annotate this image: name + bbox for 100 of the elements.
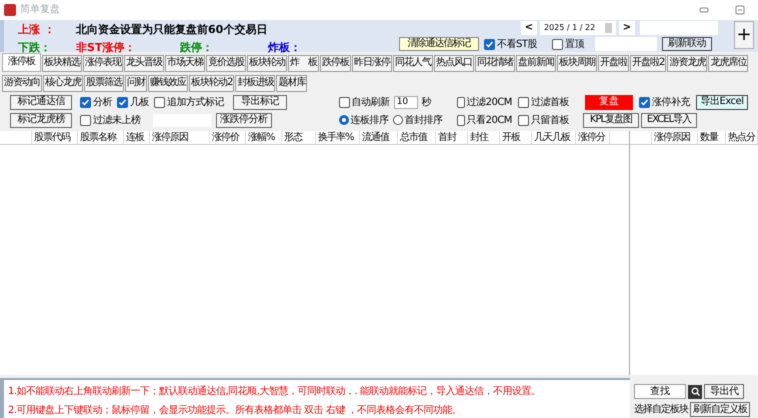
prev-date-button[interactable]: < [521,20,537,35]
checkbox-label: 过滤未上榜 [93,114,140,128]
checkbox[interactable] [639,96,650,108]
tab[interactable]: 问财 [125,74,147,92]
custom-block-label: 选择自定板块 [634,402,688,417]
column-header[interactable]: 换手率% [316,130,360,144]
column-header[interactable]: 涨幅% [246,130,282,144]
export-excel-button[interactable]: 导出Excel [696,94,748,110]
tab[interactable]: 板块精选 [42,54,82,72]
down-label: 下跌： [18,40,52,56]
tab[interactable]: 游资动向 [2,74,42,92]
column-header[interactable]: 几天几板 [532,130,576,144]
column-header[interactable]: 首封 [436,130,468,144]
column-header[interactable]: 总市值 [398,130,436,144]
tab[interactable]: 股票筛选 [84,74,124,92]
column-header[interactable]: 热点分 [726,130,758,144]
column-header[interactable]: 涨停分 [576,130,610,144]
tab[interactable]: 龙头晋级 [124,54,164,72]
limit-analysis-button[interactable]: 涨跌停分析 [216,112,272,128]
export-code-button[interactable]: 导出代 [704,384,744,399]
column-header[interactable]: 涨停原因 [652,130,698,144]
checkbox[interactable] [117,96,128,108]
app-icon [4,4,16,16]
notice-text: 北向资金设置为只能复盘前60个交易日 [76,22,268,38]
kpl-chart-button[interactable]: KPL复盘图 [583,112,639,128]
tab[interactable]: 板块周期 [557,54,597,72]
tab[interactable]: 涨停表现 [83,54,123,72]
tab[interactable]: 涨停板 [2,52,41,72]
tab[interactable]: 赚钱效应 [148,74,188,92]
replay-button[interactable]: 复盘 [585,94,633,110]
column-header[interactable]: 形态 [282,130,316,144]
tab[interactable]: 热点风口 [434,54,474,72]
tab[interactable]: 竟价选股 [206,54,246,72]
column-header[interactable]: 开板 [500,130,532,144]
tab[interactable]: 开盘啦 [598,54,629,72]
refresh-custom-block-button[interactable]: 刷新自定义板 [690,402,750,417]
checkbox[interactable] [518,114,529,126]
limit-down-label: 跌停： [180,40,214,56]
date-picker[interactable]: 2025 / 1 / 22 [540,20,616,35]
checkbox-label: 追加方式标记 [167,96,224,110]
checkbox[interactable] [80,96,91,108]
limit-up-label: 非ST涨停： [76,40,136,56]
checkbox-label: 不看ST股 [497,38,537,52]
checkbox-label: 过滤20CM [466,96,512,110]
column-header[interactable]: 流通值 [360,130,398,144]
note-text: 2.可用键盘上下键联动；鼠标停留，会显示功能提示。所有表格都单击 双击 右键 ，不同表格会有不同功能。 [8,404,463,418]
tab[interactable]: 炸 板 [288,54,319,72]
tab[interactable]: 昨日涨停 [352,54,392,72]
tab[interactable]: 板块轮动 [247,54,287,72]
tab[interactable]: 开盘啦2 [630,54,666,72]
radio-label: 连板排序 [350,114,389,128]
checkbox[interactable] [456,96,465,108]
tab[interactable]: 同花人气 [393,54,433,72]
column-header[interactable]: 涨停价 [210,130,246,144]
checkbox[interactable] [484,38,495,50]
column-header[interactable]: 连板 [124,130,150,144]
refresh-link-button[interactable]: 刷新联动 [662,37,712,52]
text-field[interactable] [640,20,718,35]
clear-mark-button[interactable]: 清除通达信标记 [399,37,479,52]
mark-tdx-button[interactable]: 标记通达信 [10,94,72,110]
add-button[interactable]: + [734,20,754,49]
column-header[interactable]: 股票代码 [32,130,78,144]
search-button[interactable]: 查找 [634,384,686,399]
search-icon[interactable] [688,384,702,398]
radio-button[interactable] [392,115,403,126]
column-header[interactable]: 股票名称 [78,130,124,144]
tab[interactable]: 盘前新闻 [516,54,556,72]
checkbox-label: 自动刷新 [352,96,390,110]
tab[interactable]: 核心龙虎 [43,74,83,92]
mark-lhb-button[interactable]: 标记龙虎榜 [10,112,72,128]
column-header[interactable]: 涨停原因 [150,130,210,144]
tab[interactable]: 游资龙虎 [667,54,708,72]
column-header[interactable]: 封住 [468,130,500,144]
tab[interactable]: 市场天梯 [165,54,205,72]
checkbox-label: 涨停补充 [652,96,690,110]
excel-import-button[interactable]: EXCEL导入 [641,112,697,128]
radio-button[interactable] [338,115,349,126]
column-header[interactable]: 数量 [698,130,726,144]
checkbox[interactable] [518,96,529,108]
unit-label: 秒 [422,96,432,110]
next-date-button[interactable]: > [619,20,635,35]
checkbox-label: 只看20CM [466,114,512,128]
restore-icon[interactable] [734,4,746,16]
tab[interactable]: 封板进级 [235,74,276,92]
tab[interactable]: 题材库 [276,74,308,92]
tab[interactable]: 龙虎席位 [708,54,748,72]
checkbox[interactable] [552,38,563,50]
checkbox[interactable] [456,114,465,126]
checkbox[interactable] [80,114,91,126]
tab[interactable]: 板块轮动2 [189,74,234,92]
export-mark-button[interactable]: 导出标记 [233,94,287,110]
tab[interactable]: 跌停板 [320,54,351,72]
broken-board-label: 炸板： [268,40,301,56]
checkbox-label: 过滤首板 [530,96,569,110]
tab[interactable]: 同花情绪 [475,54,515,72]
interval-dropdown[interactable]: 10 [394,96,418,109]
checkbox[interactable] [154,96,165,108]
checkbox[interactable] [338,96,350,108]
checkbox-label: 置顶 [564,38,584,52]
up-label: 上涨 ： [18,22,56,38]
